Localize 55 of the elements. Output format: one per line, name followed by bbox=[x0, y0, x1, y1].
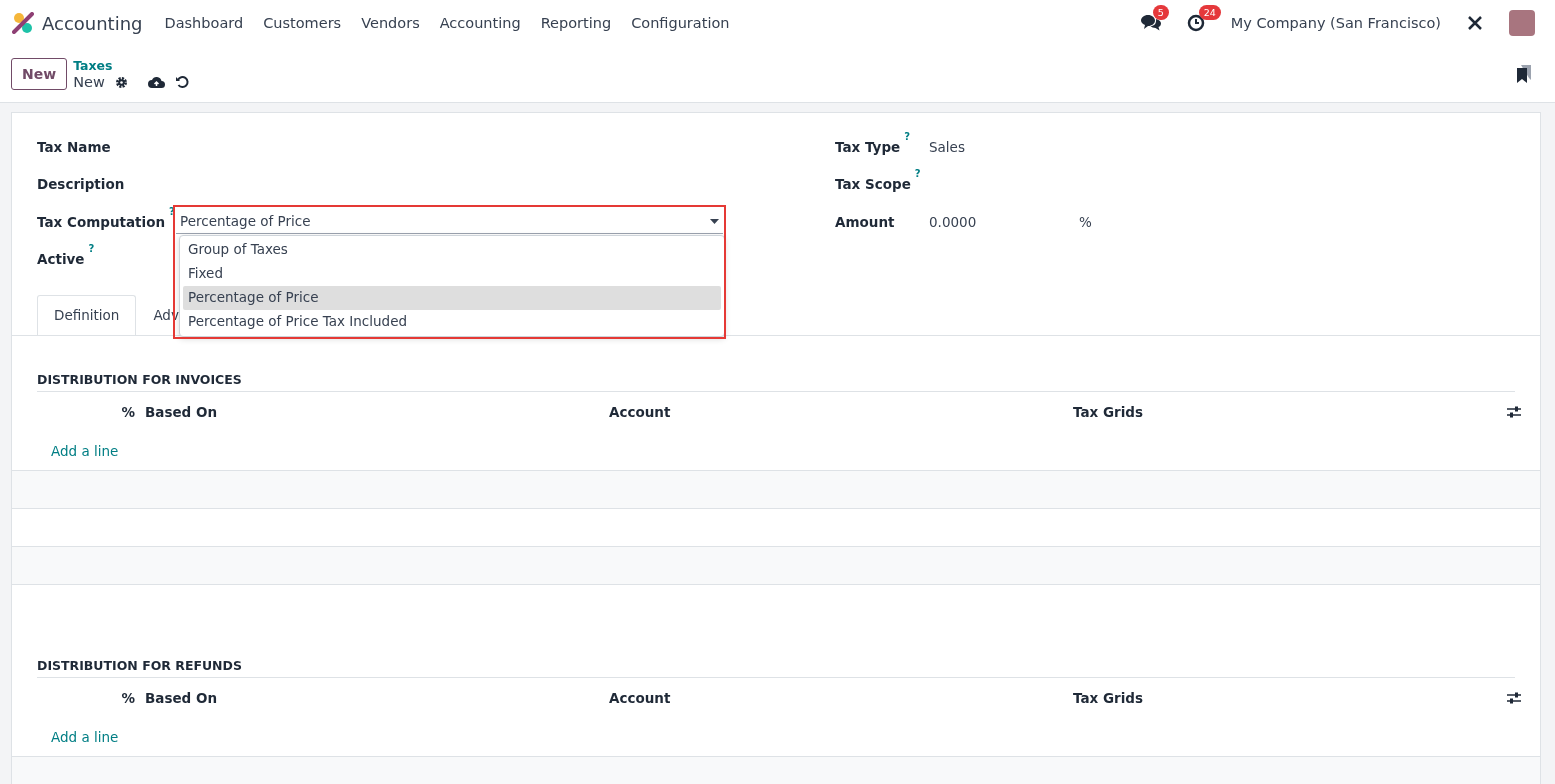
field-label: Tax Type bbox=[835, 138, 901, 155]
menu-item[interactable]: Reporting bbox=[530, 15, 622, 31]
column-settings-icon[interactable] bbox=[1506, 691, 1522, 705]
help-mark[interactable]: ? bbox=[914, 168, 921, 193]
field-label: Tax Scope bbox=[835, 176, 911, 193]
column-header: % bbox=[120, 404, 135, 420]
gear-icon[interactable] bbox=[114, 75, 128, 89]
caret-icon bbox=[710, 218, 719, 224]
field-label: Description bbox=[37, 176, 125, 193]
section-title: DISTRIBUTION FOR INVOICES bbox=[37, 372, 1515, 392]
field-label: Tax Computation bbox=[37, 213, 166, 230]
field-label: Amount bbox=[835, 213, 895, 230]
tax-computation-select[interactable]: Percentage of Price bbox=[176, 209, 723, 235]
bookmark-icon[interactable] bbox=[1516, 64, 1532, 84]
company-switcher[interactable]: My Company (San Francisco) bbox=[1230, 15, 1441, 31]
column-header: Based On bbox=[145, 690, 219, 706]
menu-item[interactable]: Customers bbox=[253, 15, 352, 31]
notification-badge: 24 bbox=[1198, 5, 1221, 20]
help-mark[interactable]: ? bbox=[88, 243, 95, 268]
field-value[interactable]: Sales bbox=[929, 138, 1079, 155]
notification-badge: 5 bbox=[1152, 5, 1169, 20]
column-header: Account bbox=[609, 404, 672, 420]
dropdown-option[interactable]: Fixed bbox=[183, 262, 721, 287]
column-header: Tax Grids bbox=[1073, 690, 1145, 706]
dropdown-option[interactable]: Percentage of Price Tax Included bbox=[183, 310, 721, 335]
column-header: Based On bbox=[145, 404, 219, 420]
record-title: New bbox=[73, 74, 105, 90]
new-button[interactable]: New bbox=[11, 58, 68, 90]
dropdown-option[interactable]: Group of Taxes bbox=[183, 238, 721, 263]
undo-icon[interactable] bbox=[174, 75, 189, 89]
menu-item[interactable]: Dashboard bbox=[154, 15, 254, 31]
section-title: DISTRIBUTION FOR REFUNDS bbox=[37, 658, 1515, 678]
chat-icon[interactable] bbox=[1140, 14, 1161, 32]
tools-icon[interactable] bbox=[1467, 15, 1483, 31]
unit-label: % bbox=[1079, 213, 1092, 230]
add-line-link[interactable]: Add a line bbox=[51, 718, 1540, 756]
breadcrumb-link[interactable]: Taxes bbox=[73, 58, 189, 74]
column-header: Account bbox=[609, 690, 672, 706]
column-settings-icon[interactable] bbox=[1506, 405, 1522, 419]
column-header: % bbox=[120, 690, 135, 706]
field-label: Tax Name bbox=[37, 138, 111, 155]
cloud-upload-icon[interactable] bbox=[147, 75, 165, 89]
help-mark[interactable]: ? bbox=[904, 130, 911, 155]
column-header: Tax Grids bbox=[1073, 404, 1145, 420]
dropdown-option[interactable]: Percentage of Price bbox=[183, 286, 721, 311]
field-value[interactable]: 0.0000 bbox=[929, 213, 1079, 230]
tab[interactable]: Definition bbox=[37, 295, 137, 335]
menu-item[interactable]: Vendors bbox=[351, 15, 430, 31]
app-logo-icon[interactable] bbox=[12, 12, 34, 34]
clock-icon[interactable] bbox=[1186, 14, 1205, 32]
field-label: Active bbox=[37, 251, 85, 268]
menu-item[interactable]: Accounting bbox=[429, 15, 531, 31]
add-line-link[interactable]: Add a line bbox=[51, 432, 1540, 470]
app-name[interactable]: Accounting bbox=[42, 12, 143, 34]
menu-item[interactable]: Configuration bbox=[621, 15, 740, 31]
